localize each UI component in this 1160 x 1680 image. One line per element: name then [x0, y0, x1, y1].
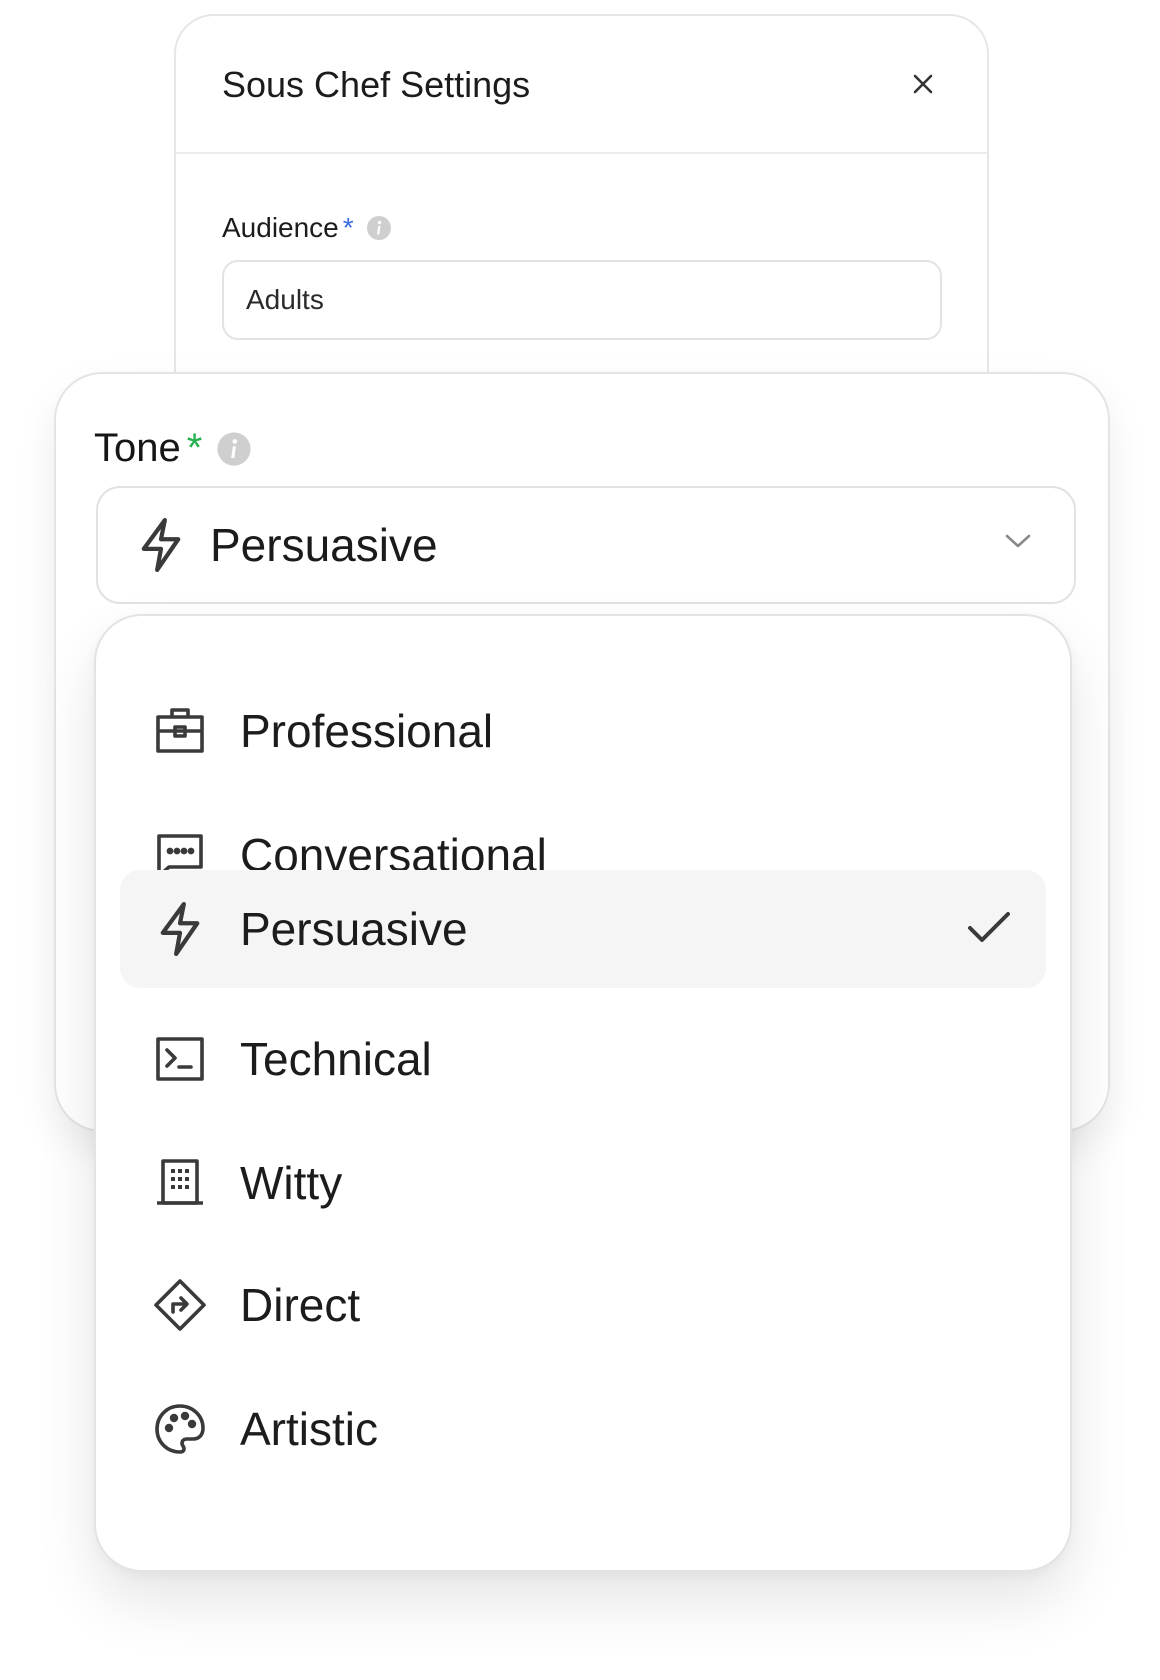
info-icon[interactable] — [216, 431, 252, 467]
tone-dropdown-menu: Professional Conversational Persuasive T… — [94, 614, 1072, 1572]
option-label: Direct — [240, 1279, 361, 1331]
settings-header: Sous Chef Settings — [176, 16, 987, 154]
option-label: Technical — [240, 1033, 432, 1085]
lightning-icon — [138, 515, 184, 575]
audience-input[interactable]: Adults — [222, 260, 942, 340]
tone-option-direct[interactable]: Direct — [120, 1246, 1046, 1364]
close-button[interactable] — [903, 64, 943, 104]
direction-sign-icon — [150, 1275, 210, 1335]
settings-title: Sous Chef Settings — [222, 64, 531, 105]
tone-required-mark: * — [186, 426, 203, 470]
building-icon — [150, 1153, 210, 1213]
tone-option-technical[interactable]: Technical — [120, 1000, 1046, 1118]
lightning-icon — [150, 899, 210, 959]
audience-required-mark: * — [342, 212, 354, 243]
option-label: Witty — [240, 1157, 343, 1209]
audience-label: Audience — [222, 212, 339, 243]
tone-option-professional[interactable]: Professional — [120, 672, 1046, 790]
option-label: Persuasive — [240, 903, 468, 955]
briefcase-icon — [150, 701, 210, 761]
audience-label-row: Audience * — [222, 212, 392, 244]
tone-option-witty[interactable]: Witty — [120, 1124, 1046, 1242]
palette-icon — [150, 1399, 210, 1459]
tone-select-value: Persuasive — [210, 519, 438, 571]
checkmark-icon — [966, 908, 1012, 948]
tone-label-row: Tone * — [94, 426, 252, 471]
tone-label: Tone — [94, 426, 181, 470]
chevron-down-icon — [1004, 532, 1032, 550]
close-icon — [913, 74, 933, 94]
option-label: Professional — [240, 705, 494, 757]
info-icon[interactable] — [366, 215, 392, 241]
option-label: Artistic — [240, 1403, 378, 1455]
terminal-icon — [150, 1029, 210, 1089]
tone-select[interactable]: Persuasive — [96, 486, 1076, 604]
tone-option-persuasive[interactable]: Persuasive — [120, 870, 1046, 988]
tone-option-artistic[interactable]: Artistic — [120, 1370, 1046, 1488]
